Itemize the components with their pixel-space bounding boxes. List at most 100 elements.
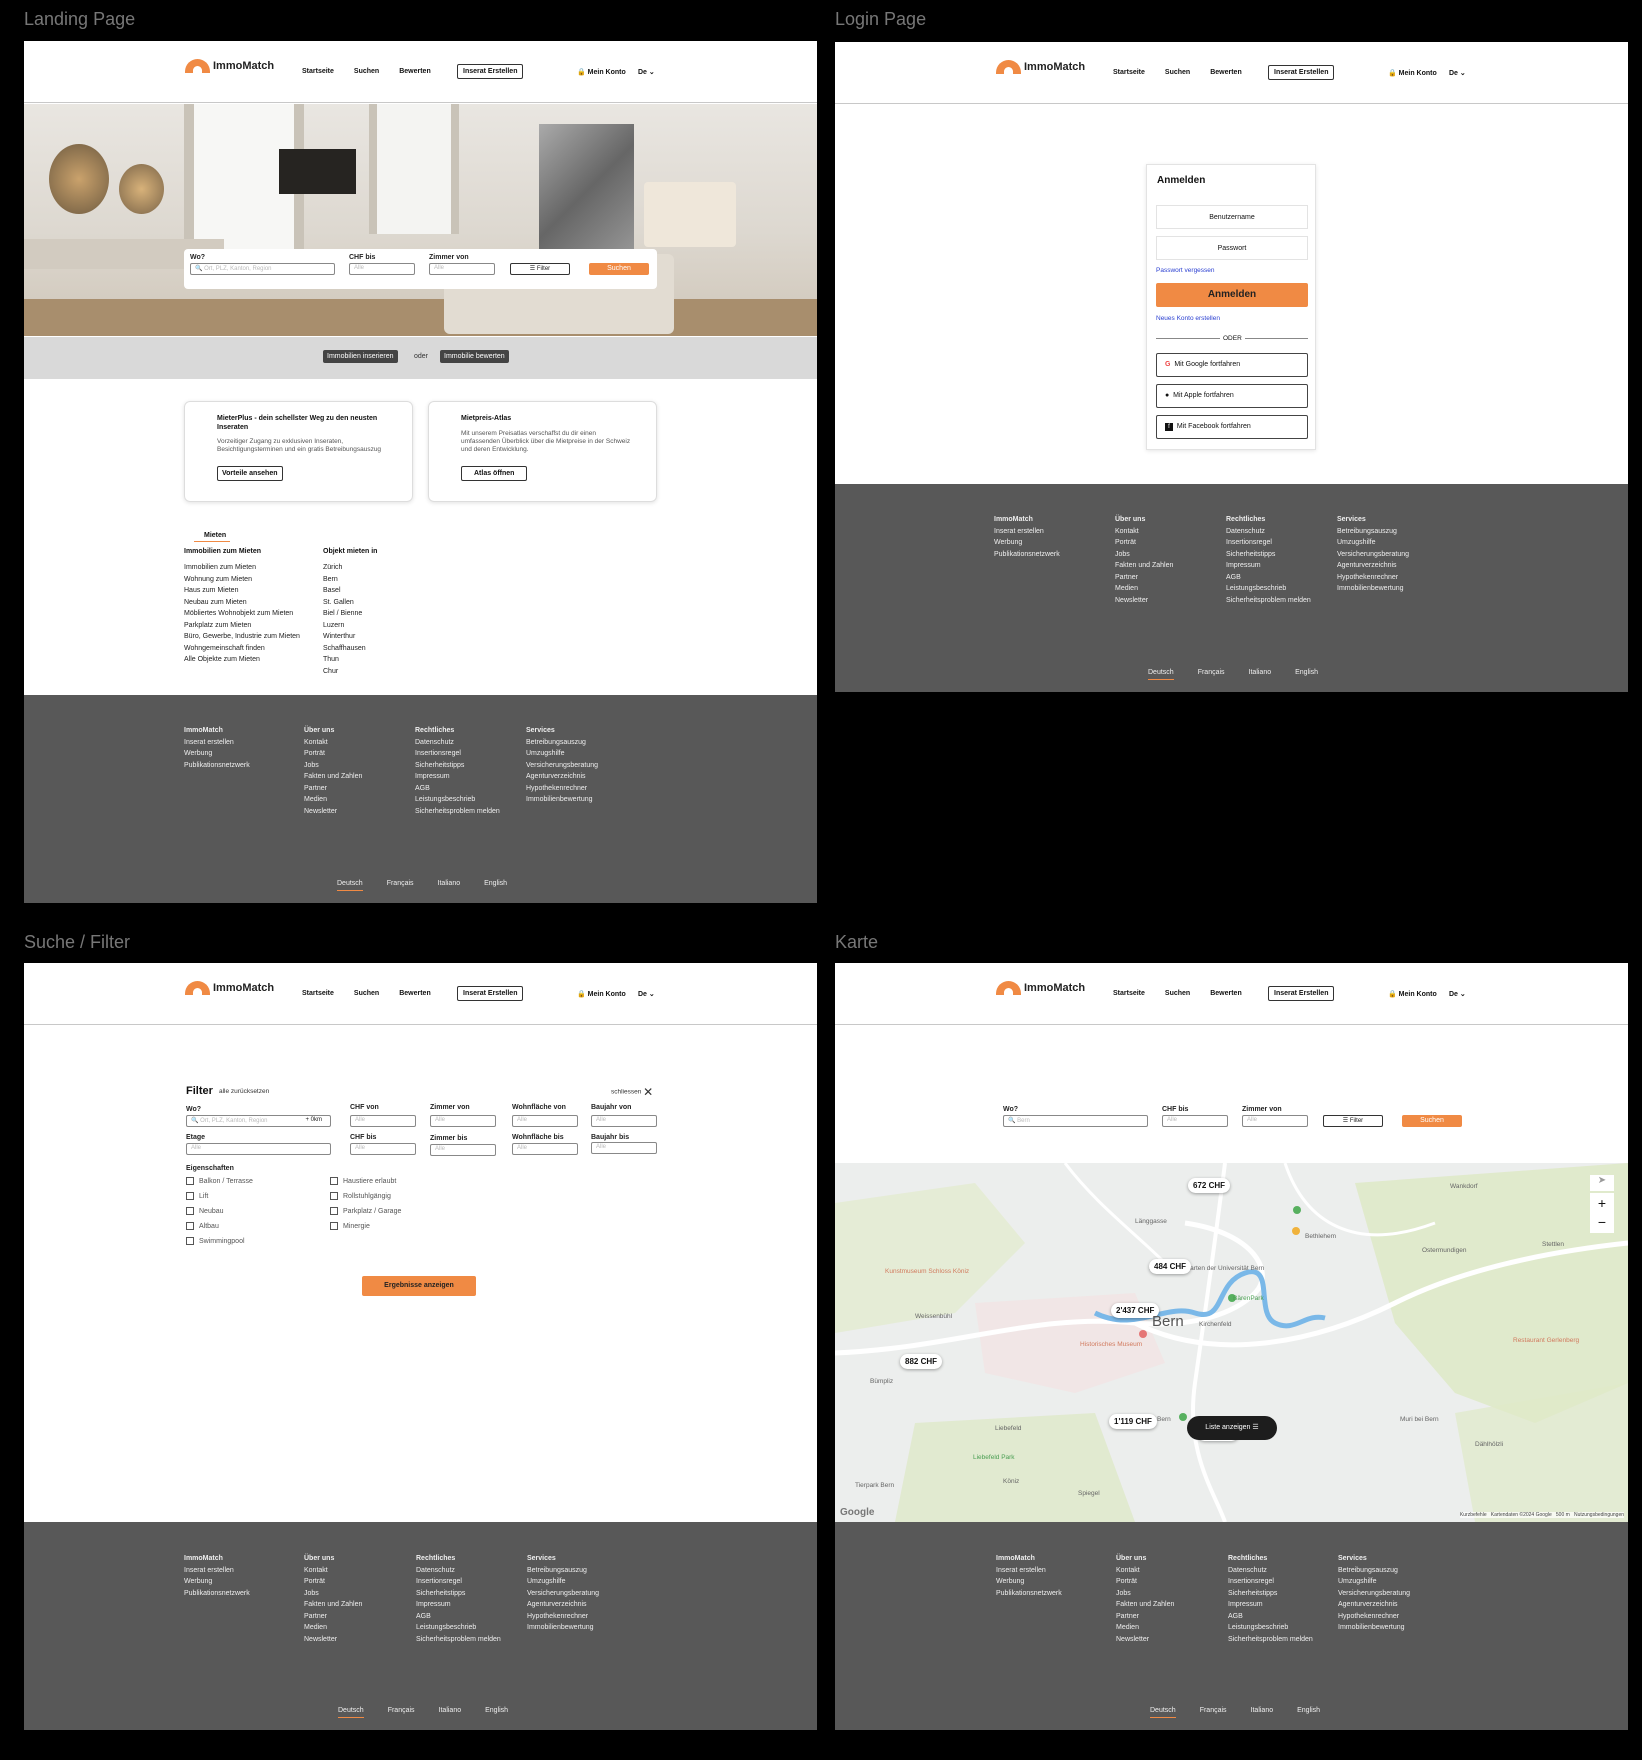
account-link[interactable]: 🔒 Mein Konto	[1388, 69, 1437, 77]
rent-link[interactable]: Schaffhausen	[323, 643, 366, 655]
language-dropdown[interactable]: De ⌄	[638, 68, 655, 76]
language-option[interactable]: Deutsch	[337, 880, 363, 891]
forgot-password-link[interactable]: Passwort vergessen	[1156, 267, 1215, 274]
footer-link[interactable]: Publikationsnetzwerk	[994, 549, 1060, 561]
rent-link[interactable]: Thun	[323, 654, 366, 666]
footer-link[interactable]: Partner	[1116, 1611, 1174, 1623]
facebook-login-button[interactable]: f Mit Facebook fortfahren	[1156, 415, 1308, 439]
rent-link[interactable]: Chur	[323, 666, 366, 678]
property-checkbox[interactable]: Parkplatz / Garage	[330, 1207, 401, 1215]
nav-bewerten[interactable]: Bewerten	[399, 68, 431, 75]
account-link[interactable]: 🔒 Mein Konto	[577, 990, 626, 998]
footer-link[interactable]: Publikationsnetzwerk	[996, 1588, 1062, 1600]
create-listing-button[interactable]: Inserat Erstellen	[1268, 65, 1335, 80]
footer-link[interactable]: Sicherheitsproblem melden	[1226, 595, 1311, 607]
footer-link[interactable]: Sicherheitstipps	[416, 1588, 501, 1600]
nav-bewerten[interactable]: Bewerten	[1210, 69, 1242, 76]
footer-link[interactable]: Immobilienbewertung	[1338, 1622, 1410, 1634]
footer-link[interactable]: Leistungsbeschrieb	[1226, 583, 1311, 595]
property-checkbox[interactable]: Minergie	[330, 1222, 370, 1230]
footer-link[interactable]: Agenturverzeichnis	[527, 1599, 599, 1611]
nav-startseite[interactable]: Startseite	[1113, 69, 1145, 76]
language-option[interactable]: Deutsch	[1148, 669, 1174, 680]
nav-startseite[interactable]: Startseite	[302, 990, 334, 997]
footer-link[interactable]: Umzugshilfe	[527, 1576, 599, 1588]
where-input[interactable]: 🔍 Ort, PLZ, Kanton, Region	[190, 263, 335, 275]
password-input[interactable]: Passwort	[1156, 236, 1308, 260]
footer-link[interactable]: AGB	[1228, 1611, 1313, 1623]
nav-suchen[interactable]: Suchen	[1165, 990, 1190, 997]
rent-link[interactable]: Möbliertes Wohnobjekt zum Mieten	[184, 608, 300, 620]
reset-filters-link[interactable]: alle zurücksetzen	[219, 1088, 269, 1095]
rent-link[interactable]: Parkplatz zum Mieten	[184, 620, 300, 632]
rent-link[interactable]: Wohngemeinschaft finden	[184, 643, 300, 655]
footer-link[interactable]: Leistungsbeschrieb	[1228, 1622, 1313, 1634]
rooms-input[interactable]: Alle	[1242, 1115, 1308, 1127]
rent-link[interactable]: Zürich	[323, 562, 366, 574]
language-option[interactable]: English	[484, 880, 507, 891]
price-pin[interactable]: 1'119 CHF	[1109, 1414, 1157, 1429]
language-dropdown[interactable]: De ⌄	[1449, 990, 1466, 998]
zoom-out-button[interactable]: −	[1590, 1213, 1614, 1233]
footer-link[interactable]: Kontakt	[304, 737, 362, 749]
rooms-from-input[interactable]: Alle	[430, 1115, 496, 1127]
apple-login-button[interactable]: ● Mit Apple fortfahren	[1156, 384, 1308, 408]
rent-link[interactable]: Basel	[323, 585, 366, 597]
rooms-to-input[interactable]: Alle	[430, 1144, 496, 1156]
rent-link[interactable]: St. Gallen	[323, 597, 366, 609]
tab-mieten[interactable]: Mieten	[194, 532, 231, 542]
footer-link[interactable]: Insertionsregel	[416, 1576, 501, 1588]
footer-link[interactable]: Fakten und Zahlen	[304, 1599, 362, 1611]
footer-link[interactable]: Inserat erstellen	[994, 526, 1060, 538]
footer-link[interactable]: Partner	[304, 783, 362, 795]
footer-link[interactable]: Hypothekenrechner	[1337, 572, 1409, 584]
footer-link[interactable]: Versicherungsberatung	[1337, 549, 1409, 561]
login-button[interactable]: Anmelden	[1156, 283, 1308, 307]
rent-link[interactable]: Bern	[323, 574, 366, 586]
brand-logo[interactable]: ImmoMatch	[996, 60, 1085, 74]
footer-link[interactable]: Hypothekenrechner	[1338, 1611, 1410, 1623]
footer-link[interactable]: Leistungsbeschrieb	[415, 794, 500, 806]
show-list-button[interactable]: Liste anzeigen ☰	[1187, 1416, 1277, 1440]
rent-link[interactable]: Haus zum Mieten	[184, 585, 300, 597]
price-input[interactable]: Alle	[1162, 1115, 1228, 1127]
area-to-input[interactable]: Alle	[512, 1143, 578, 1155]
footer-link[interactable]: Fakten und Zahlen	[1115, 560, 1173, 572]
footer-link[interactable]: Porträt	[304, 748, 362, 760]
language-option[interactable]: English	[1297, 1707, 1320, 1718]
rent-link[interactable]: Winterthur	[323, 631, 366, 643]
footer-link[interactable]: Immobilienbewertung	[526, 794, 598, 806]
footer-link[interactable]: Inserat erstellen	[996, 1565, 1062, 1577]
language-option[interactable]: Deutsch	[1150, 1707, 1176, 1718]
footer-link[interactable]: Medien	[304, 794, 362, 806]
footer-link[interactable]: Fakten und Zahlen	[304, 771, 362, 783]
footer-link[interactable]: Werbung	[184, 748, 250, 760]
account-link[interactable]: 🔒 Mein Konto	[1388, 990, 1437, 998]
footer-link[interactable]: Newsletter	[1115, 595, 1173, 607]
locate-icon[interactable]: ➤	[1590, 1175, 1614, 1191]
footer-link[interactable]: Jobs	[1115, 549, 1173, 561]
language-option[interactable]: Français	[1198, 669, 1225, 680]
close-filter-button[interactable]: schliessen ✕	[611, 1085, 653, 1099]
google-login-button[interactable]: G Mit Google fortfahren	[1156, 353, 1308, 377]
footer-link[interactable]: Versicherungsberatung	[527, 1588, 599, 1600]
price-pin[interactable]: 882 CHF	[900, 1354, 943, 1369]
nav-suchen[interactable]: Suchen	[354, 990, 379, 997]
rent-link[interactable]: Neubau zum Mieten	[184, 597, 300, 609]
year-from-input[interactable]: Alle	[591, 1115, 657, 1127]
footer-link[interactable]: Newsletter	[1116, 1634, 1174, 1646]
rent-link[interactable]: Immobilien zum Mieten	[184, 562, 300, 574]
footer-link[interactable]: AGB	[415, 783, 500, 795]
property-checkbox[interactable]: Balkon / Terrasse	[186, 1177, 253, 1185]
nav-startseite[interactable]: Startseite	[1113, 990, 1145, 997]
language-option[interactable]: Italiano	[1251, 1707, 1274, 1718]
zoom-in-button[interactable]: +	[1590, 1193, 1614, 1213]
footer-link[interactable]: Publikationsnetzwerk	[184, 760, 250, 772]
rent-link[interactable]: Alle Objekte zum Mieten	[184, 654, 300, 666]
footer-link[interactable]: AGB	[1226, 572, 1311, 584]
footer-link[interactable]: Impressum	[415, 771, 500, 783]
username-input[interactable]: Benutzername	[1156, 205, 1308, 229]
footer-link[interactable]: Impressum	[1226, 560, 1311, 572]
footer-link[interactable]: Jobs	[304, 1588, 362, 1600]
footer-link[interactable]: Partner	[304, 1611, 362, 1623]
